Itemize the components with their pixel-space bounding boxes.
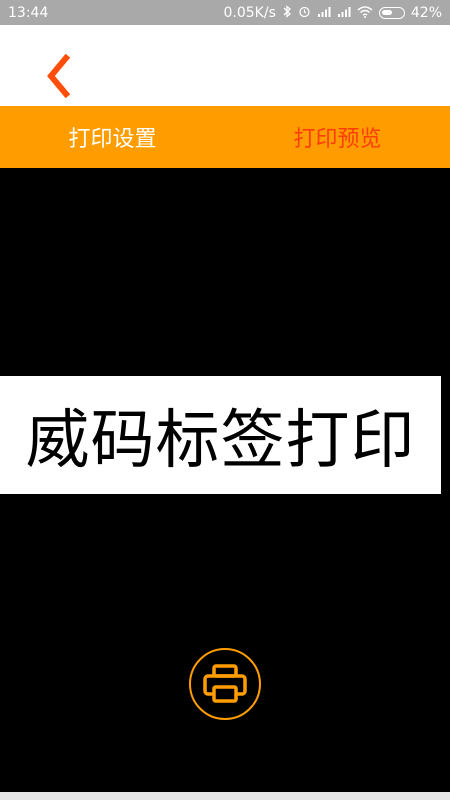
wifi-icon xyxy=(357,5,373,20)
tab-print-preview[interactable]: 打印预览 xyxy=(225,106,450,168)
alarm-icon xyxy=(298,5,311,20)
status-bar: 13:44 0.05K/s 42% xyxy=(0,0,450,25)
network-speed: 0.05K/s xyxy=(223,4,276,21)
printer-icon xyxy=(203,664,247,703)
back-button[interactable] xyxy=(38,51,78,101)
preview-area: 威码标签打印 xyxy=(0,168,450,792)
bottom-bar xyxy=(0,792,450,800)
chevron-left-icon xyxy=(47,54,71,98)
status-time: 13:44 xyxy=(8,4,49,21)
signal-icon xyxy=(337,6,351,20)
label-text: 威码标签打印 xyxy=(25,404,416,478)
bluetooth-icon xyxy=(282,5,292,20)
signal-icon xyxy=(317,6,331,20)
header xyxy=(0,25,450,106)
battery-percent: 42% xyxy=(410,4,442,21)
label-preview: 威码标签打印 xyxy=(0,376,441,494)
tab-bar: 打印设置 打印预览 xyxy=(0,106,450,168)
print-button[interactable] xyxy=(189,648,261,720)
tab-print-settings[interactable]: 打印设置 xyxy=(0,106,225,168)
battery-icon xyxy=(378,6,405,19)
